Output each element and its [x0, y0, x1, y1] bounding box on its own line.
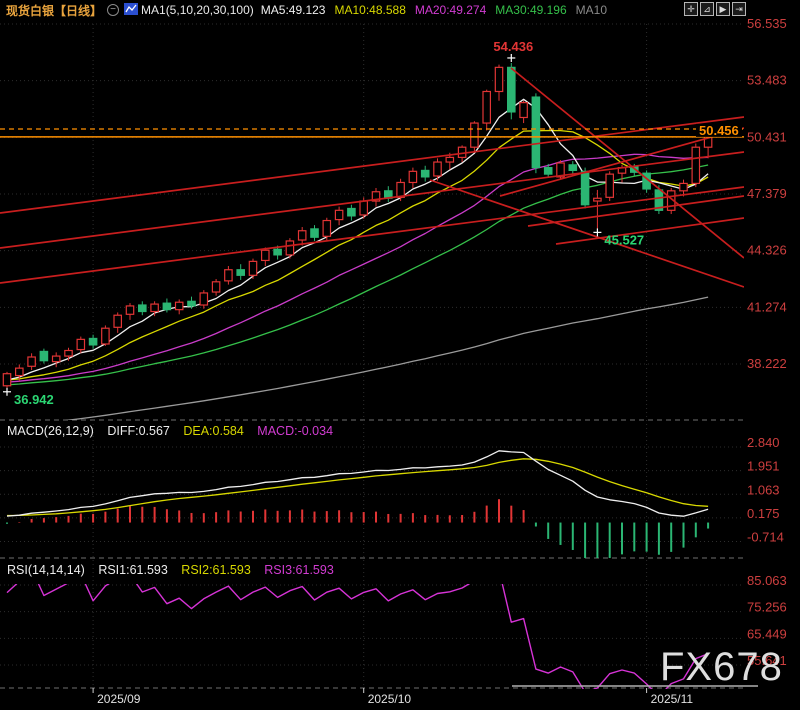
axis-label: 44.326: [747, 243, 787, 258]
axis-label: 65.449: [747, 626, 787, 641]
axis-label: 75.256: [747, 600, 787, 615]
axis-label: 38.222: [747, 356, 787, 371]
axis-range-icon[interactable]: ⊿: [700, 2, 714, 16]
price-lines: [0, 129, 744, 137]
axis-label: 1.951: [747, 459, 780, 474]
x-axis-label: 2025/11: [651, 692, 694, 706]
macd-title: MACD(26,12,9): [7, 424, 94, 438]
current-price-label: 50.456: [699, 123, 739, 138]
collapse-icon[interactable]: −: [107, 4, 119, 16]
macd-dea-value: DEA:0.584: [183, 424, 243, 438]
exit-right-icon[interactable]: ⇥: [732, 2, 746, 16]
symbol-title: 现货白银【日线】: [6, 2, 102, 19]
axis-labels: 56.53553.48350.43147.37944.32641.27438.2…: [747, 16, 787, 668]
trendlines: [0, 68, 744, 287]
rsi-title: RSI(14,14,14): [7, 563, 85, 577]
window-icon-group: ✛ ⊿ ▶ ⇥: [684, 2, 746, 16]
ma-lines: [7, 99, 708, 427]
gridlines: [0, 24, 744, 693]
low-annotation: 36.942: [14, 392, 54, 407]
ma-group-label: MA1(5,10,20,30,100): [141, 3, 254, 17]
rsi-panel: [7, 569, 708, 696]
high-annotation: 54.436: [493, 39, 533, 54]
line-chart-icon: [124, 3, 138, 18]
axis-label: 47.379: [747, 186, 787, 201]
ma10-value: MA10:48.588: [334, 3, 405, 17]
title-bar: 现货白银【日线】 − MA1(5,10,20,30,100) MA5:49.12…: [0, 0, 800, 20]
rsi-header: RSI(14,14,14) RSI1:61.593 RSI2:61.593 RS…: [7, 563, 334, 579]
macd-diff-value: DIFF:0.567: [107, 424, 170, 438]
watermark: FX678: [660, 645, 783, 690]
axis-label: 0.175: [747, 506, 780, 521]
ma100-label: MA10: [576, 3, 607, 17]
macd-header: MACD(26,12,9) DIFF:0.567 DEA:0.584 MACD:…: [7, 424, 333, 440]
play-chart-icon[interactable]: ▶: [716, 2, 730, 16]
axis-label: 85.063: [747, 573, 787, 588]
move-icon[interactable]: ✛: [684, 2, 698, 16]
price-chart-canvas[interactable]: 56.53553.48350.43147.37944.32641.27438.2…: [0, 0, 800, 710]
axis-label: 1.063: [747, 482, 780, 497]
axis-label: -0.714: [747, 530, 784, 545]
trading-chart-window: 56.53553.48350.43147.37944.32641.27438.2…: [0, 0, 800, 710]
macd-hist-value: MACD:-0.034: [257, 424, 333, 438]
axis-label: 50.431: [747, 129, 787, 144]
x-axis-label: 2025/10: [368, 692, 411, 706]
axis-label: 53.483: [747, 73, 787, 88]
rsi2-value: RSI2:61.593: [181, 563, 251, 577]
ma30-value: MA30:49.196: [495, 3, 566, 17]
rsi3-value: RSI3:61.593: [264, 563, 334, 577]
low-annotation: 45.527: [604, 232, 644, 247]
x-axis-label: 2025/09: [97, 692, 140, 706]
ma20-value: MA20:49.274: [415, 3, 486, 17]
ma5-value: MA5:49.123: [261, 3, 326, 17]
candles-layer: [3, 63, 712, 388]
rsi1-value: RSI1:61.593: [98, 563, 168, 577]
axis-label: 41.274: [747, 299, 787, 314]
axis-label: 2.840: [747, 435, 780, 450]
